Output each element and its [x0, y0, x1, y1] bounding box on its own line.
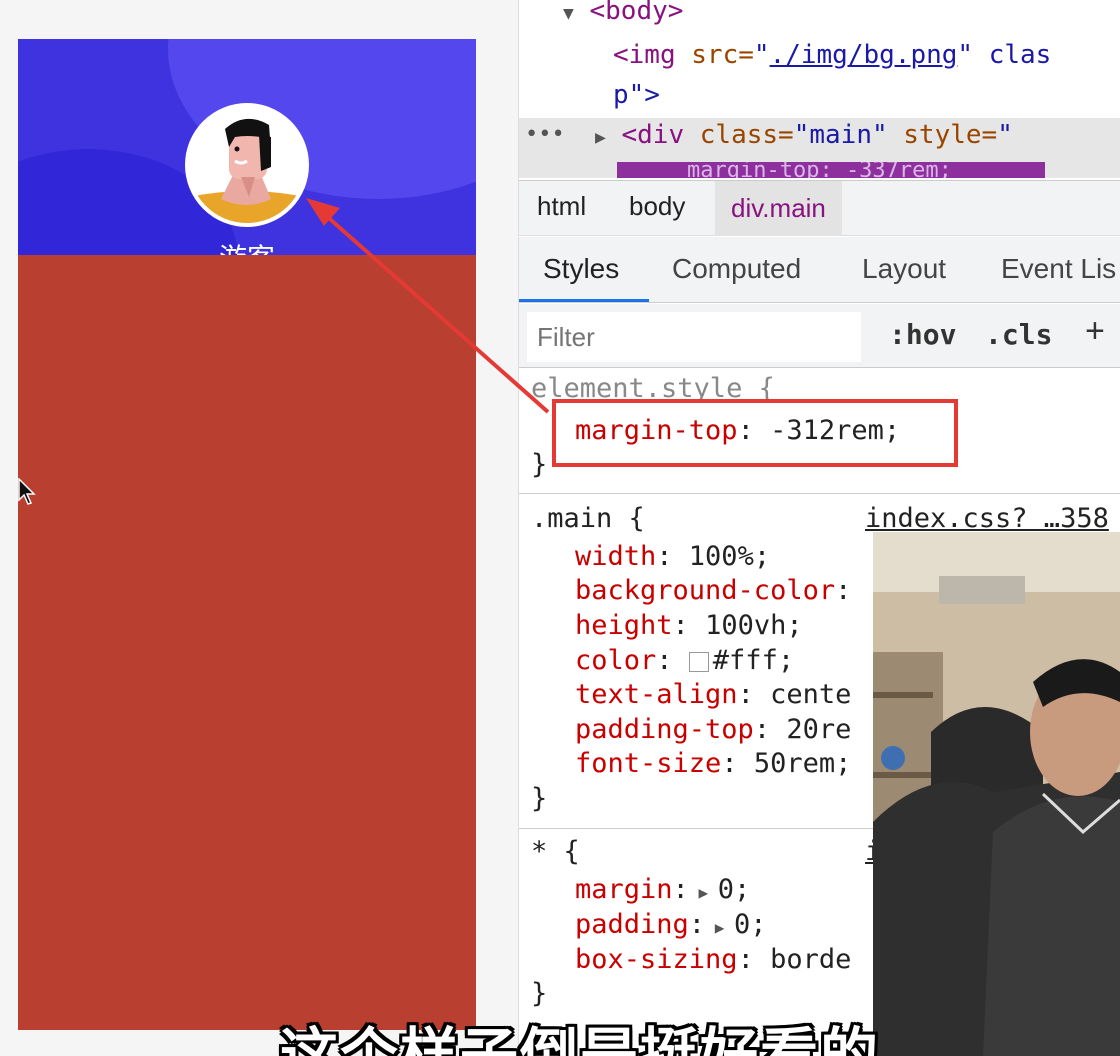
video-subtitle: 这个样子倒是挺好看的: [280, 1021, 881, 1056]
expand-triangle-icon[interactable]: ▼: [563, 3, 574, 24]
presenter-video: [873, 532, 1120, 1056]
breadcrumb-body[interactable]: body: [629, 191, 685, 222]
style-declaration[interactable]: box-sizing: borde: [575, 944, 851, 975]
rule-selector: .main {: [531, 503, 645, 534]
style-declaration[interactable]: color: #fff;: [575, 645, 794, 676]
color-swatch[interactable]: [688, 652, 709, 672]
style-declaration[interactable]: font-size: 50rem;: [575, 748, 851, 779]
webcam-overlay: [873, 532, 1120, 1056]
rule-close: }: [531, 783, 548, 814]
img-src-link[interactable]: ./img/bg.png: [770, 40, 958, 70]
avatar-illustration: [189, 107, 305, 223]
cls-button[interactable]: .cls: [985, 318, 1052, 351]
expand-triangle-icon[interactable]: ▶: [689, 883, 718, 902]
username: 游客: [18, 237, 476, 255]
rule-close: }: [531, 449, 548, 480]
hov-button[interactable]: :hov: [889, 318, 956, 351]
style-declaration[interactable]: background-color:: [575, 575, 851, 606]
expand-triangle-icon[interactable]: ▶: [595, 127, 606, 148]
more-dots-icon[interactable]: •••: [525, 122, 565, 147]
tab-computed[interactable]: Computed: [672, 253, 801, 285]
breadcrumb-div-main[interactable]: div.main: [715, 181, 842, 236]
preview-header: 游客: [18, 39, 476, 255]
dom-node-img-wrap: p">: [613, 80, 660, 110]
styles-tabbar: Styles Computed Layout Event Lis: [519, 237, 1120, 303]
dom-node-div-main[interactable]: ▶ <div class="main" style=": [595, 120, 1013, 150]
dom-node-img[interactable]: <img src="./img/bg.png" clas: [613, 40, 1051, 70]
style-declaration[interactable]: margin: ▶ 0;: [575, 874, 750, 905]
tab-styles[interactable]: Styles: [543, 253, 619, 285]
mobile-preview: 游客: [18, 39, 476, 1030]
style-declaration[interactable]: text-align: cente: [575, 679, 851, 710]
avatar[interactable]: [185, 103, 309, 227]
style-declaration[interactable]: padding: ▶ 0;: [575, 909, 766, 940]
styles-filter-input[interactable]: [527, 312, 861, 362]
style-declaration[interactable]: padding-top: 20re: [575, 714, 851, 745]
expand-triangle-icon[interactable]: ▶: [705, 918, 734, 937]
tab-event-listeners[interactable]: Event Lis: [1001, 253, 1116, 285]
active-tab-indicator: [519, 299, 649, 302]
dom-tree: ▼ <body> <img src="./img/bg.png" clas p"…: [519, 0, 1120, 178]
dom-node-body[interactable]: ▼ <body>: [563, 0, 683, 26]
rule-close: }: [531, 978, 548, 1009]
annotation-highlight-box: [552, 399, 958, 467]
breadcrumb-html[interactable]: html: [537, 191, 586, 222]
dom-style-value-strip: margin-top: -337rem;: [617, 162, 1045, 178]
new-rule-button[interactable]: +: [1085, 312, 1105, 351]
rule-source-link[interactable]: index.css?_…358: [865, 503, 1109, 534]
filter-bar: :hov .cls +: [519, 304, 1120, 368]
tab-layout[interactable]: Layout: [862, 253, 946, 285]
style-declaration[interactable]: height: 100vh;: [575, 610, 803, 641]
mouse-cursor-icon: [18, 478, 36, 505]
style-declaration[interactable]: width: 100%;: [575, 541, 770, 572]
breadcrumb: html body div.main: [519, 180, 1120, 236]
rule-selector: * {: [531, 836, 580, 867]
